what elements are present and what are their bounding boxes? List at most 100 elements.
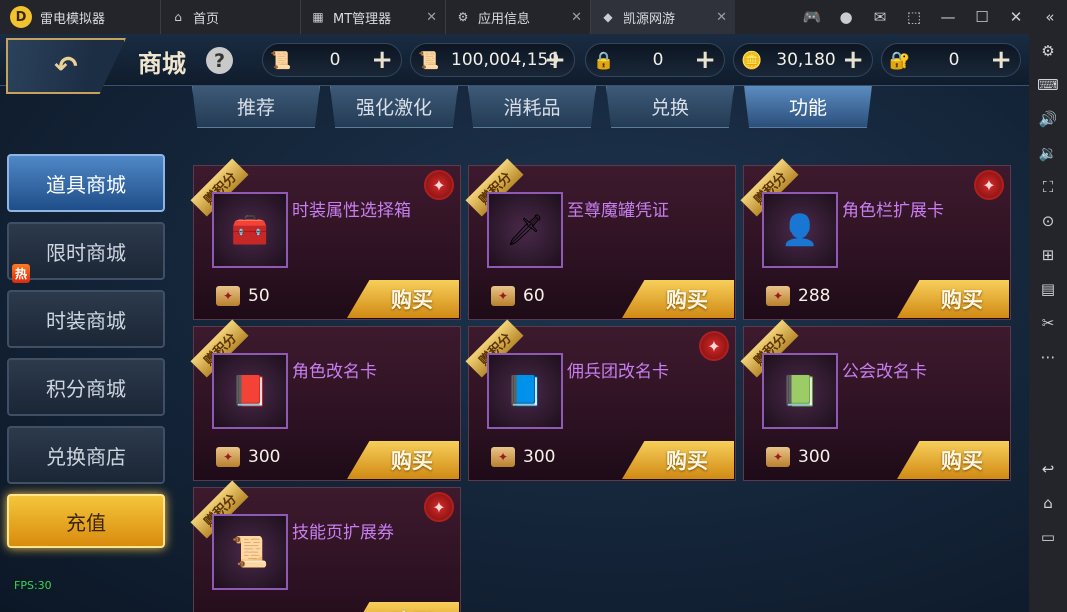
buy-button[interactable]: 购买 (347, 441, 459, 479)
page-title: 商城 (138, 50, 186, 78)
home-icon: ⌂ (174, 10, 182, 24)
volume-up-icon[interactable]: 🔊 (1029, 102, 1067, 136)
buy-button[interactable]: 购买 (622, 441, 734, 479)
currency-slot: 🔐 0 + (881, 43, 1021, 77)
rename-card-icon: 📘 (487, 353, 563, 429)
rename-card-icon: 📕 (212, 353, 288, 429)
item-grid: 赠积分 🧰 时装属性选择箱 ✦ ✦ 50 购买 赠积分 🗡 至尊魔罐凭证 ✦ 60 … (190, 158, 1011, 612)
menu-item-exchange-store[interactable]: 兑换商店 (7, 426, 165, 484)
buy-button[interactable]: 购买 (347, 280, 459, 318)
menu-item-limited[interactable]: 限时商城 热 (7, 222, 165, 283)
tab-exchange[interactable]: 兑换 (606, 86, 734, 128)
category-tabs: 推荐 强化激化 消耗品 兑换 功能 (192, 86, 872, 130)
shop-category-menu: 道具商城 限时商城 热 时装商城 积分商城 兑换商店 充值 (7, 154, 165, 558)
add-currency-button[interactable]: + (694, 45, 716, 75)
tab-function[interactable]: 功能 (744, 86, 872, 128)
pin-icon[interactable]: ⬚ (897, 8, 931, 26)
currency-slot: 🪙 30,180 + (733, 43, 873, 77)
scroll-points-icon: ✦ (766, 286, 790, 306)
buy-button[interactable]: 购买 (897, 280, 1009, 318)
item-card: 赠积分 📘 佣兵团改名卡 ✦ ✦ 300 购买 (465, 319, 736, 481)
add-window-icon[interactable]: ⊞ (1029, 238, 1067, 272)
close-icon[interactable]: ✕ (571, 10, 582, 25)
tab-mt-manager[interactable]: ▦ MT管理器 ✕ (300, 0, 445, 34)
scroll-points-icon: 📜 (270, 51, 292, 71)
locked-coin-icon: 🔐 (889, 51, 911, 71)
currency-value: 0 (948, 50, 960, 70)
tab-home[interactable]: ⌂ 首页 (160, 0, 300, 34)
collapse-sidebar-icon[interactable]: « (1033, 8, 1067, 26)
buy-button[interactable]: 购买 (622, 280, 734, 318)
tab-label: 凯源网游 (623, 11, 676, 27)
scroll-points-icon: ✦ (766, 447, 790, 467)
close-icon[interactable]: ✕ (426, 10, 437, 25)
screenshot-icon[interactable]: ⛶ (1029, 170, 1067, 204)
keyboard-icon[interactable]: ⌨ (1029, 68, 1067, 102)
help-icon[interactable]: ? (206, 47, 233, 74)
maximize-icon[interactable]: ☐ (965, 8, 999, 26)
close-icon[interactable]: ✕ (716, 10, 727, 25)
rename-card-icon: 📗 (762, 353, 838, 429)
menu-item-shop[interactable]: 道具商城 (7, 154, 165, 212)
game-viewport: ↶ 商城 ? 📜 0 + 📜 100,004,159 + 🔒 0 + 🪙 30,… (0, 34, 1029, 612)
item-price: ✦ 300 (491, 447, 555, 467)
scroll-points-icon: ✦ (216, 447, 240, 467)
item-name: 角色栏扩展卡 (842, 201, 944, 221)
add-currency-button[interactable]: + (842, 45, 864, 75)
item-card: 赠积分 🗡 至尊魔罐凭证 ✦ 60 购买 (465, 158, 736, 320)
seal-icon: ✦ (424, 170, 454, 200)
tab-label: MT管理器 (333, 11, 392, 27)
price-value: 50 (248, 286, 270, 306)
currency-slot: 🔒 0 + (585, 43, 725, 77)
menu-item-fashion[interactable]: 时装商城 (7, 290, 165, 348)
add-currency-button[interactable]: + (990, 45, 1012, 75)
user-icon[interactable]: ● (829, 8, 863, 26)
emulator-logo-icon: D (10, 6, 32, 28)
scissors-icon[interactable]: ✂ (1029, 306, 1067, 340)
gamepad-icon[interactable]: 🎮 (795, 8, 829, 26)
add-currency-button[interactable]: + (544, 45, 566, 75)
item-price: ✦ 60 (491, 286, 545, 306)
minimize-icon[interactable]: — (931, 8, 965, 26)
record-icon[interactable]: ⊙ (1029, 204, 1067, 238)
game-app-icon: ◆ (603, 10, 613, 24)
scroll-points-icon: ✦ (491, 286, 515, 306)
window-controls: 🎮 ● ✉ ⬚ — ☐ ✕ « (795, 0, 1067, 34)
android-home-icon[interactable]: ⌂ (1029, 486, 1067, 520)
item-name: 技能页扩展券 (292, 523, 394, 543)
apk-install-icon[interactable]: ▤ (1029, 272, 1067, 306)
item-card: 赠积分 📜 技能页扩展券 ✦ 购买 (190, 480, 461, 612)
settings-icon[interactable]: ⚙ (1029, 34, 1067, 68)
tab-app-info[interactable]: ⚙ 应用信息 ✕ (445, 0, 590, 34)
seal-icon: ✦ (699, 331, 729, 361)
recharge-button[interactable]: 充值 (7, 494, 165, 548)
tab-recommend[interactable]: 推荐 (192, 86, 320, 128)
android-back-icon[interactable]: ↩ (1029, 452, 1067, 486)
tab-game[interactable]: ◆ 凯源网游 ✕ (590, 0, 735, 34)
buy-button[interactable]: 购买 (897, 441, 1009, 479)
price-value: 60 (523, 286, 545, 306)
item-card: 赠积分 📗 公会改名卡 ✦ 300 购买 (740, 319, 1011, 481)
item-card: 赠积分 📕 角色改名卡 ✦ 300 购买 (190, 319, 461, 481)
add-currency-button[interactable]: + (371, 45, 393, 75)
item-card: 赠积分 🧰 时装属性选择箱 ✦ ✦ 50 购买 (190, 158, 461, 320)
scroll-points-icon: ✦ (216, 286, 240, 306)
buy-button[interactable]: 购买 (347, 602, 459, 612)
item-name: 公会改名卡 (842, 362, 927, 382)
voucher-icon: 🗡 (487, 192, 563, 268)
mail-icon[interactable]: ✉ (863, 8, 897, 26)
emulator-titlebar: D 雷电模拟器 ⌂ 首页 ▦ MT管理器 ✕ ⚙ 应用信息 ✕ ◆ 凯源网游 ✕… (0, 0, 1067, 34)
item-price: ✦ 288 (766, 286, 830, 306)
skill-scroll-icon: 📜 (212, 514, 288, 590)
volume-down-icon[interactable]: 🔉 (1029, 136, 1067, 170)
price-value: 300 (798, 447, 831, 467)
currency-value: 100,004,159 (451, 50, 560, 70)
tab-consumables[interactable]: 消耗品 (468, 86, 596, 128)
more-icon[interactable]: ⋯ (1029, 340, 1067, 374)
item-name: 至尊魔罐凭证 (567, 201, 669, 221)
menu-item-points[interactable]: 积分商城 (7, 358, 165, 416)
android-recent-icon[interactable]: ▭ (1029, 520, 1067, 554)
currency-value: 0 (329, 50, 341, 70)
close-window-icon[interactable]: ✕ (999, 8, 1033, 26)
tab-enhance[interactable]: 强化激化 (330, 86, 458, 128)
